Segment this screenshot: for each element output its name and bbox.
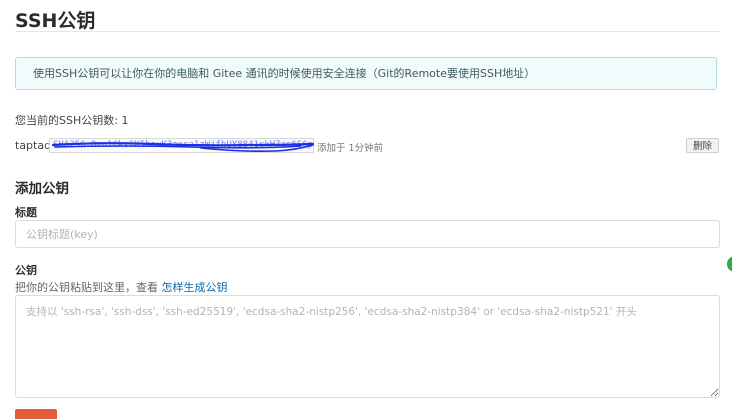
info-notice: 使用SSH公钥可以让你在你的电脑和 Gitee 通讯的时候使用安全连接（Git的…: [15, 57, 717, 90]
key-help-prefix: 把你的公钥粘贴到这里，查看: [15, 281, 162, 294]
key-help-text: 把你的公钥粘贴到这里，查看 怎样生成公钥: [15, 279, 228, 295]
redaction-scribble: [51, 142, 315, 152]
title-field-label: 标题: [15, 206, 37, 219]
submit-key-button[interactable]: [15, 409, 57, 419]
key-field-label: 公钥: [15, 264, 37, 277]
how-to-generate-key-link[interactable]: 怎样生成公钥: [162, 281, 228, 294]
key-count-label: 您当前的SSH公钥数: 1: [15, 114, 129, 127]
key-list-item: taptaq SHA256:Oen1Ckz6K5heuK3axca1zWjfhU…: [15, 138, 719, 154]
title-divider: [15, 31, 719, 32]
info-notice-text: 使用SSH公钥可以让你在你的电脑和 Gitee 通讯的时候使用安全连接（Git的…: [33, 67, 536, 80]
add-key-section-title: 添加公钥: [15, 181, 69, 197]
key-title-input[interactable]: [15, 220, 720, 248]
public-key-textarea[interactable]: [15, 295, 720, 398]
page-title: SSH公钥: [15, 10, 96, 32]
key-added-time: 添加于 1分钟前: [317, 143, 384, 154]
key-name: taptaq: [15, 139, 52, 152]
delete-key-button[interactable]: 删除: [686, 138, 719, 153]
floating-help-widget[interactable]: [727, 256, 732, 272]
